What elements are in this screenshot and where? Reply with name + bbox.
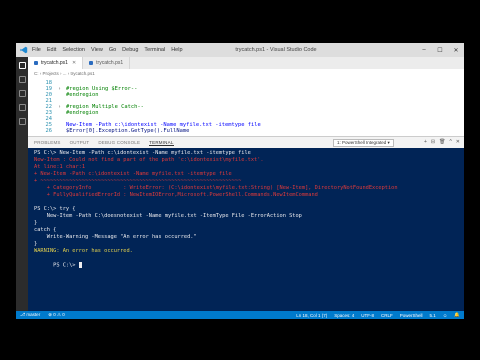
terminal-line: At line:1 char:1 (34, 164, 86, 170)
terminal-line: } (34, 241, 38, 247)
panel-tabs: PROBLEMS OUTPUT DEBUG CONSOLE TERMINAL (28, 140, 174, 146)
debug-icon[interactable] (18, 104, 26, 111)
terminal-line: New-Item -Path C:\doesnotexist -Name myf… (34, 213, 302, 219)
terminal-line: catch { (34, 227, 57, 233)
tab-trycatch-active[interactable]: trycatch.ps1 ✕ (28, 57, 84, 69)
menu-bar: File Edit Selection View Go Debug Termin… (32, 47, 183, 53)
maximize-panel-icon[interactable]: ^ (449, 139, 451, 145)
line-number: 26 (45, 128, 53, 134)
close-icon[interactable]: ✕ (448, 43, 464, 57)
menu-debug[interactable]: Debug (122, 47, 138, 53)
maximize-icon[interactable]: ☐ (432, 43, 448, 57)
editor-tabs: trycatch.ps1 ✕ trycatch.ps1 (28, 57, 464, 69)
cursor-position[interactable]: Ln 18, Col 1 (7) (296, 313, 327, 318)
terminal-prompt: PS C:\> (53, 262, 79, 269)
terminal-cursor (78, 262, 82, 268)
git-branch[interactable]: ⎇ master (20, 312, 40, 318)
encoding[interactable]: UTF-8 (361, 313, 374, 318)
terminal[interactable]: PS C:\> New-Item -Path c:\idontexist -Na… (28, 148, 464, 311)
notifications-icon[interactable]: 🔔 (454, 312, 460, 318)
feedback-icon[interactable]: ☺ (443, 313, 448, 318)
tab-terminal[interactable]: TERMINAL (149, 140, 174, 146)
menu-view[interactable]: View (91, 47, 103, 53)
tab-trycatch[interactable]: trycatch.ps1 (83, 57, 131, 69)
activity-bar (16, 57, 28, 311)
vscode-logo-icon (20, 46, 28, 54)
line-ending[interactable]: CRLF (381, 313, 393, 318)
menu-selection[interactable]: Selection (62, 47, 85, 53)
terminal-line: + FullyQualifiedErrorId : NewItemIOError… (34, 192, 318, 198)
close-panel-icon[interactable]: ✕ (456, 139, 460, 145)
terminal-select[interactable]: 1: PowerShell Integrated ▾ (333, 139, 394, 147)
menu-terminal[interactable]: Terminal (144, 47, 165, 53)
menu-edit[interactable]: Edit (47, 47, 56, 53)
powershell-version[interactable]: 5.1 (430, 313, 436, 318)
new-terminal-icon[interactable]: + (424, 139, 427, 145)
status-right: Ln 18, Col 1 (7) Spaces: 4 UTF-8 CRLF Po… (296, 311, 460, 319)
search-icon[interactable] (18, 76, 26, 83)
menu-go[interactable]: Go (109, 47, 116, 53)
breadcrumb[interactable]: C: › Projects › ... › trycatch.ps1 (28, 69, 464, 78)
extensions-icon[interactable] (18, 118, 26, 125)
terminal-line: PS C:\> try { (34, 206, 76, 212)
terminal-line: + ~~~~~~~~~~~~~~~~~~~~~~~~~~~~~~~~~~~~~~… (34, 178, 242, 184)
terminal-line: + New-Item -Path c:\idontexist -Name myf… (34, 171, 232, 177)
window-title: trycatch.ps1 - Visual Studio Code (235, 47, 317, 53)
panel-header: PROBLEMS OUTPUT DEBUG CONSOLE TERMINAL 1… (28, 136, 464, 148)
vscode-window: File Edit Selection View Go Debug Termin… (16, 43, 464, 319)
terminal-line: New-Item : Could not find a part of the … (34, 157, 264, 163)
status-left: ⎇ master ⊗ 0 ⚠ 0 (16, 312, 65, 318)
language-mode[interactable]: PowerShell (400, 313, 423, 318)
split-terminal-icon[interactable]: ⊟ (431, 139, 435, 145)
indentation[interactable]: Spaces: 4 (334, 313, 354, 318)
tab-label: trycatch.ps1 (96, 60, 124, 66)
code-text: $Error[0].Exception.GetType().FullName (66, 128, 190, 134)
explorer-icon[interactable] (18, 62, 26, 69)
terminal-line: + CategoryInfo : WriteError: (C:\idontex… (34, 185, 398, 191)
tab-close-icon[interactable]: ✕ (72, 60, 76, 66)
terminal-prompt-line: PS C:\> (34, 255, 82, 269)
code-editor[interactable]: 18 19 › #region Using $Error-- 20 #endre… (28, 78, 464, 136)
tab-label: trycatch.ps1 (41, 60, 68, 66)
kill-terminal-icon[interactable]: 🗑 (439, 139, 445, 145)
powershell-file-icon (89, 61, 94, 65)
tab-output[interactable]: OUTPUT (70, 140, 90, 146)
powershell-file-icon (34, 61, 38, 65)
menu-help[interactable]: Help (171, 47, 182, 53)
tab-problems[interactable]: PROBLEMS (34, 140, 61, 146)
terminal-line: Write-Warning -Message "An error has occ… (34, 234, 197, 240)
tab-debug-console[interactable]: DEBUG CONSOLE (98, 140, 140, 146)
minimize-icon[interactable]: – (416, 43, 432, 57)
problems-count[interactable]: ⊗ 0 ⚠ 0 (48, 312, 65, 318)
window-controls: – ☐ ✕ (416, 43, 464, 57)
terminal-line: PS C:\> New-Item -Path c:\idontexist -Na… (34, 150, 251, 156)
title-bar: File Edit Selection View Go Debug Termin… (16, 43, 464, 57)
status-bar: ⎇ master ⊗ 0 ⚠ 0 Ln 18, Col 1 (7) Spaces… (16, 311, 464, 319)
menu-file[interactable]: File (32, 47, 41, 53)
panel-actions: + ⊟ 🗑 ^ ✕ (424, 139, 460, 145)
source-control-icon[interactable] (18, 90, 26, 97)
code-line: 26 $Error[0].Exception.GetType().FullNam… (28, 127, 464, 135)
terminal-line: } (34, 220, 38, 226)
terminal-warning-line: WARNING: An error has occurred. (34, 248, 133, 254)
